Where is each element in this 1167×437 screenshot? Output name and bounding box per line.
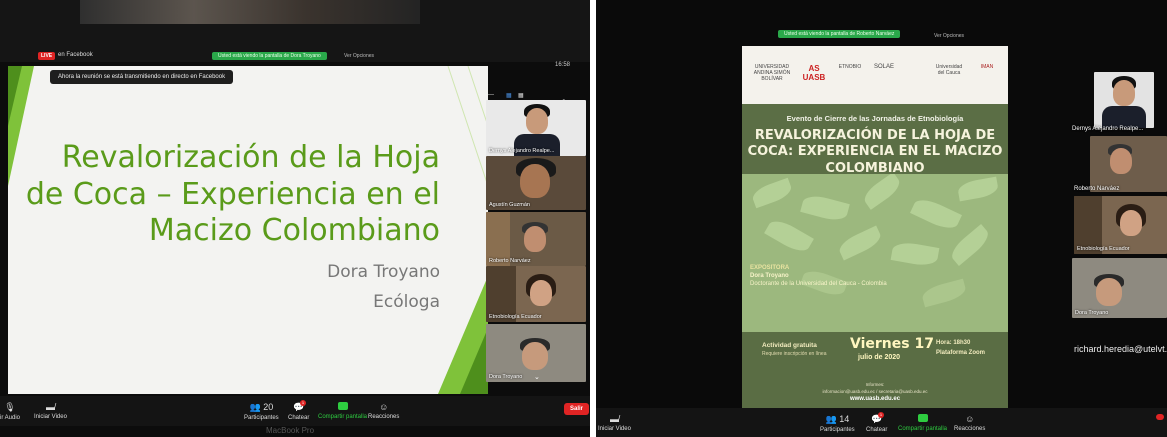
poster-logos: UNIVERSIDAD ANDINA SIMÓN BOLÍVAR AS UASB… [742, 46, 1008, 104]
chat-icon: 💬 [293, 402, 305, 412]
laptop-label: MacBook Pro [266, 426, 315, 435]
participant-tile[interactable]: Roberto Narváez [486, 212, 586, 266]
participants-button[interactable]: 👥 14 Participantes [820, 414, 855, 433]
share-screen-button[interactable]: Compartir pantalla [898, 414, 947, 432]
right-zoom-screenshot: Usted está viendo la pantalla de Roberto… [596, 0, 1167, 437]
participant-name: Agustín Guzmán [489, 202, 530, 208]
reactions-icon: ☺ [379, 402, 389, 412]
chat-button[interactable]: 💬 Chatear 1 [866, 412, 887, 433]
shared-slide: Revalorización de la Hoja de Coca – Expe… [8, 66, 488, 394]
poster-kicker: Evento de Cierre de las Jornadas de Etno… [786, 114, 964, 123]
chat-badge: 1 [300, 400, 306, 406]
left-zoom-screenshot: LIVE en Facebook Usted está viendo la pa… [0, 0, 590, 437]
participants-count: 14 [839, 414, 850, 424]
logo-solae: SOLAE [873, 64, 894, 70]
poster-day: Viernes 17 [850, 336, 934, 352]
participant-name-large: richard.heredia@utelvt... [1074, 344, 1167, 354]
participant-tile[interactable]: Dora Troyano ⌄ [486, 324, 586, 382]
room-background [80, 0, 420, 24]
poster-url: www.uasb.edu.ec [849, 396, 901, 402]
slide-role: Ecóloga [373, 292, 440, 312]
shared-poster: UNIVERSIDAD ANDINA SIMÓN BOLÍVAR AS UASB… [742, 46, 1008, 414]
share-screen-icon [917, 414, 928, 422]
poster-month: julio de 2020 [858, 354, 901, 361]
logo-etnobio: ETNOBIO [838, 64, 862, 70]
chevron-down-icon[interactable]: ⌄ [534, 373, 540, 381]
top-bar: LIVE en Facebook Usted está viendo la pa… [0, 0, 590, 62]
participant-tile[interactable] [1094, 72, 1154, 128]
participant-name: Etnobiología Ecuador [1077, 246, 1130, 252]
meeting-toolbar: ▬̸ Iniciar Video 👥 14 Participantes 💬 Ch… [596, 408, 1167, 437]
view-options-menu[interactable]: Ver Opciones [934, 33, 964, 39]
participants-icon: 👥 [825, 414, 837, 424]
participant-tile[interactable]: Dernys Alejandro Realpe... [486, 100, 586, 156]
participant-tile[interactable]: Dora Troyano [1072, 258, 1167, 318]
poster-speaker: EXPOSITORA Dora Troyano Doctorante de la… [750, 265, 887, 288]
facebook-live-notification: Ahora la reunión se está transmitiendo e… [50, 70, 234, 84]
slide-title: Revalorización de la Hoja de Coca – Expe… [25, 140, 440, 249]
participant-name: Dora Troyano [489, 374, 523, 380]
poster-title: REVALORIZACIÓN DE LA HOJA DE COCA: EXPER… [747, 128, 1003, 176]
participant-name: Dernys Alejandro Realpe... [489, 148, 555, 154]
leave-button[interactable] [1156, 414, 1164, 420]
participant-tile[interactable]: Agustín Guzmán [486, 156, 586, 210]
participants-button[interactable]: 👥 20 Participantes [244, 402, 279, 421]
coca-leaves-photo [742, 174, 1008, 344]
chat-badge: 1 [878, 412, 884, 418]
participant-name: Roberto Narváez [1074, 186, 1120, 192]
grid-view-icon[interactable]: ▦ [506, 92, 512, 99]
participant-name: Dernys Alejandro Realpe... [1072, 126, 1144, 132]
start-video-button[interactable]: ▬̸ Iniciar Video [34, 402, 67, 420]
participant-name: Etnobiología Ecuador [489, 314, 542, 320]
logo-andina: UNIVERSIDAD ANDINA SIMÓN BOLÍVAR [753, 64, 791, 82]
video-off-icon: ▬̸ [609, 414, 619, 424]
participant-tile[interactable] [1090, 136, 1167, 192]
share-screen-button[interactable]: Compartir pantalla [318, 402, 367, 420]
screen-share-banner: Usted está viendo la pantalla de Dora Tr… [212, 52, 327, 60]
participants-icon: 👥 [249, 402, 261, 412]
reactions-button[interactable]: ☺ Reacciones [954, 414, 985, 432]
meeting-toolbar: 🎙 ir Audio ▬̸ Iniciar Video 👥 20 Partici… [0, 396, 590, 426]
live-label: en Facebook [58, 52, 93, 58]
view-options-menu[interactable]: Ver Opciones [344, 53, 374, 59]
reactions-icon: ☺ [965, 414, 975, 424]
share-screen-icon [337, 402, 348, 410]
clock: 16:58 [554, 62, 570, 68]
live-badge[interactable]: LIVE [38, 52, 56, 60]
participant-tile[interactable]: Etnobiología Ecuador [1074, 196, 1167, 254]
start-video-button[interactable]: ▬̸ Iniciar Video [598, 414, 631, 432]
leave-button[interactable]: Salir [564, 403, 590, 415]
minimize-icon[interactable]: — [488, 92, 494, 98]
screen-share-banner: Usted está viendo la pantalla de Roberto… [778, 30, 901, 38]
participant-name: Dora Troyano [1075, 310, 1109, 316]
participants-count: 20 [263, 402, 274, 412]
slide-author: Dora Troyano [327, 262, 440, 282]
poster-details: Actividad gratuita Requiere inscripción … [742, 332, 1008, 414]
chat-icon: 💬 [871, 414, 883, 424]
logo-iman: IMAN [980, 64, 994, 70]
logo-uasb: AS UASB [802, 64, 826, 82]
chat-button[interactable]: 💬 Chatear 1 [288, 400, 309, 421]
microphone-icon: 🎙 [4, 402, 16, 412]
video-off-icon: ▬̸ [45, 402, 55, 412]
reactions-button[interactable]: ☺ Reacciones [368, 402, 399, 420]
participant-tile[interactable]: Etnobiología Ecuador [486, 266, 586, 322]
speaker-view-icon[interactable]: ▦ [518, 92, 524, 99]
audio-button[interactable]: 🎙 ir Audio [0, 402, 20, 421]
logo-unicauca: Universidad del Cauca [935, 64, 963, 76]
participant-name: Roberto Narváez [489, 258, 531, 264]
